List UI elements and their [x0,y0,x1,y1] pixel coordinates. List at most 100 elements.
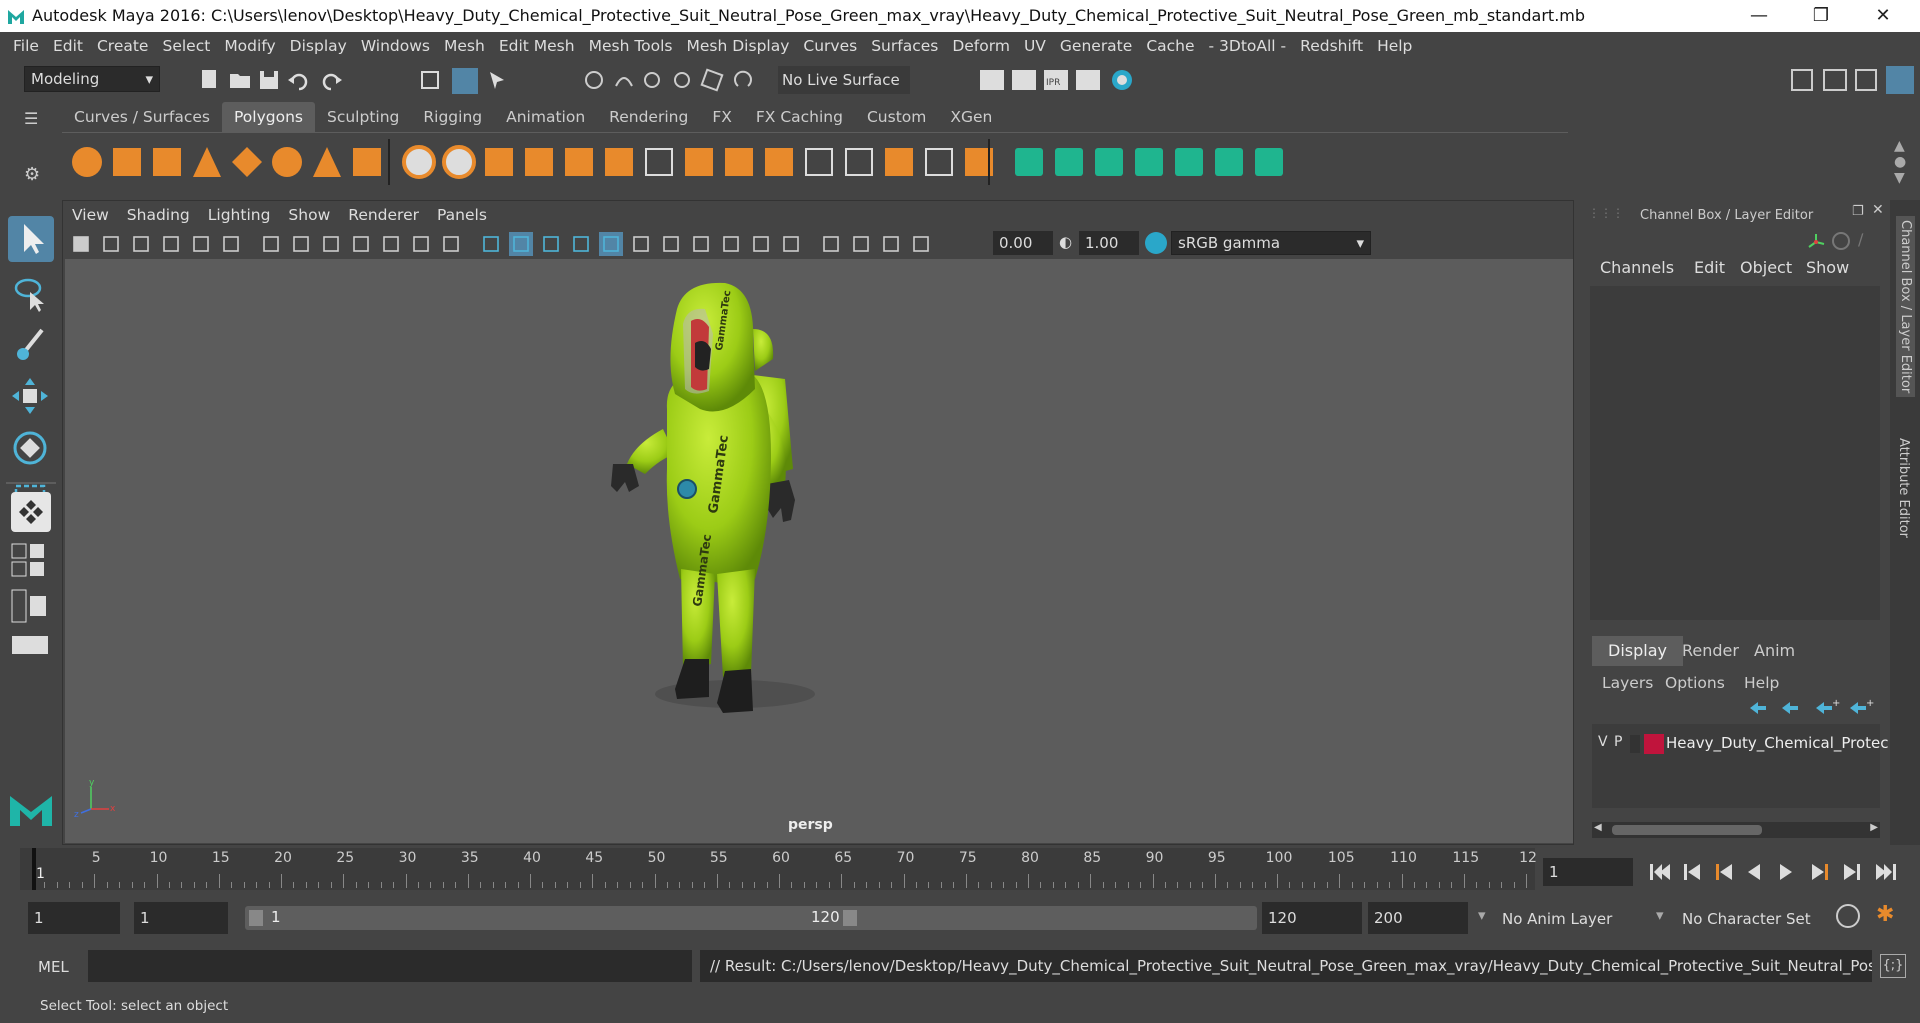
float-panel-icon[interactable]: ❐ [1852,204,1864,219]
range-start-handle[interactable] [249,910,263,926]
viewport-menu-panels[interactable]: Panels [428,201,496,229]
bevel-icon[interactable] [725,148,753,176]
create-layer-from-selected-icon[interactable]: + [1850,698,1874,714]
shelf-tab-animation[interactable]: Animation [494,102,597,132]
menu-edit[interactable]: Edit [46,32,90,60]
menu-help[interactable]: Help [1370,32,1419,60]
open-scene-icon[interactable] [230,74,250,88]
snap-live-icon[interactable] [700,68,724,92]
close-button[interactable]: ✕ [1860,2,1906,30]
planar-uv-icon[interactable] [1015,148,1043,176]
layer-reference-toggle[interactable] [1630,735,1640,753]
move-layer-up-icon[interactable] [1750,702,1766,714]
animation-end-field[interactable]: 200 [1368,902,1468,934]
menu-surfaces[interactable]: Surfaces [864,32,945,60]
viewport-menu-show[interactable]: Show [279,201,339,229]
scroll-left-icon[interactable]: ◀ [1594,822,1602,833]
boolean-icon[interactable] [565,148,593,176]
paint-select-tool-button[interactable] [8,322,54,368]
target-weld-icon[interactable] [925,148,953,176]
shelf-scroll[interactable]: ▲ ● ▼ [1894,138,1910,188]
select-tool-button[interactable] [8,216,54,262]
playback-start-field[interactable]: 1 [134,902,228,934]
menu-curves[interactable]: Curves [796,32,864,60]
motion-blur-icon[interactable] [723,236,739,252]
uv-layout-icon[interactable] [1255,148,1283,176]
smooth-shade-icon[interactable] [509,232,533,256]
anim-preferences-icon[interactable]: ✱ [1876,902,1894,927]
menu-file[interactable]: File [6,32,46,60]
menu-redshift[interactable]: Redshift [1293,32,1370,60]
save-scene-icon[interactable] [260,71,278,89]
menu-uv[interactable]: UV [1017,32,1053,60]
lasso-tool-button[interactable] [8,270,54,316]
speed-icon[interactable] [1832,232,1850,250]
hyperbolic-icon[interactable]: ∕ [1858,230,1863,249]
character-set-chevron-icon[interactable]: ▾ [1656,906,1664,924]
viewport-menu-lighting[interactable]: Lighting [199,201,280,229]
wedge-icon[interactable] [805,148,833,176]
menu-display[interactable]: Display [283,32,354,60]
shelf-tab-fx-caching[interactable]: FX Caching [744,102,855,132]
menu-deform[interactable]: Deform [945,32,1017,60]
poly-pyramid-icon[interactable] [313,147,341,177]
safe-action-icon[interactable] [413,236,429,252]
menu-mesh-display[interactable]: Mesh Display [680,32,797,60]
create-empty-layer-icon[interactable]: + [1816,698,1840,714]
script-editor-icon[interactable]: {;} [1880,954,1906,978]
poly-pipe-icon[interactable] [353,148,381,176]
menu-mesh[interactable]: Mesh [437,32,492,60]
depth-of-field-icon[interactable] [783,236,799,252]
color-space-dropdown[interactable]: sRGB gamma ▾ [1171,231,1371,255]
poly-torus-icon[interactable] [272,147,302,177]
shelf-tab-sculpting[interactable]: Sculpting [315,102,411,132]
render-frame-icon[interactable] [1012,70,1036,90]
combine-icon[interactable] [402,145,436,179]
maya-home-icon[interactable] [6,788,56,830]
uv-editor-icon[interactable] [1215,148,1243,176]
move-layer-down-icon[interactable] [1782,702,1798,714]
wireframe-on-shaded-icon[interactable] [573,236,589,252]
cylindrical-uv-icon[interactable] [1055,148,1083,176]
layer-color-swatch[interactable] [1644,734,1664,754]
snap-view-plane-icon[interactable] [674,72,690,88]
extrude-icon[interactable] [605,148,633,176]
poly-cylinder-icon[interactable] [153,148,181,176]
shelf-settings-gear-icon[interactable]: ⚙ [24,164,44,185]
merge-icon[interactable] [885,148,913,176]
select-object-icon[interactable] [452,68,478,94]
wireframe-icon[interactable] [483,236,499,252]
bookmark-icon[interactable] [133,236,149,252]
single-view-layout-button[interactable] [11,492,51,532]
backface-culling-icon[interactable] [913,236,929,252]
snap-magnet-icon[interactable] [734,70,752,87]
range-slider[interactable]: 1 120 [245,906,1257,930]
xray-joints-icon[interactable] [853,236,869,252]
workspace-layout-icon[interactable] [1791,69,1813,91]
poly-cone-icon[interactable] [193,147,221,177]
field-chart-icon[interactable] [383,236,399,252]
menu-windows[interactable]: Windows [354,32,437,60]
shelf-tab-curves-surfaces[interactable]: Curves / Surfaces [62,102,222,132]
unfold-uv-icon[interactable] [1175,148,1203,176]
range-end-handle[interactable] [843,910,857,926]
shelf-tab-rendering[interactable]: Rendering [597,102,700,132]
gamma-field[interactable]: 1.00 [1079,231,1139,255]
layer-visibility-toggle[interactable]: V [1598,734,1608,750]
render-settings-icon[interactable] [1076,70,1100,90]
go-to-start-icon[interactable] [1650,864,1670,880]
xray-icon[interactable] [599,232,623,256]
append-icon[interactable] [685,148,713,176]
layer-horizontal-scrollbar[interactable]: ◀ ▶ [1592,822,1880,838]
go-to-end-icon[interactable] [1876,864,1896,880]
rotate-tool-button[interactable] [8,426,54,472]
menu-edit-mesh[interactable]: Edit Mesh [492,32,582,60]
toggle-channel-box-icon[interactable] [1823,69,1847,91]
isolate-select-icon[interactable] [823,236,839,252]
image-plane-icon[interactable] [163,236,179,252]
shelf-tab-rigging[interactable]: Rigging [411,102,494,132]
menu-select[interactable]: Select [155,32,217,60]
camera-icon[interactable] [73,236,89,252]
shelf-tab-polygons[interactable]: Polygons [222,102,315,132]
layer-menu-options[interactable]: Options [1665,674,1725,692]
